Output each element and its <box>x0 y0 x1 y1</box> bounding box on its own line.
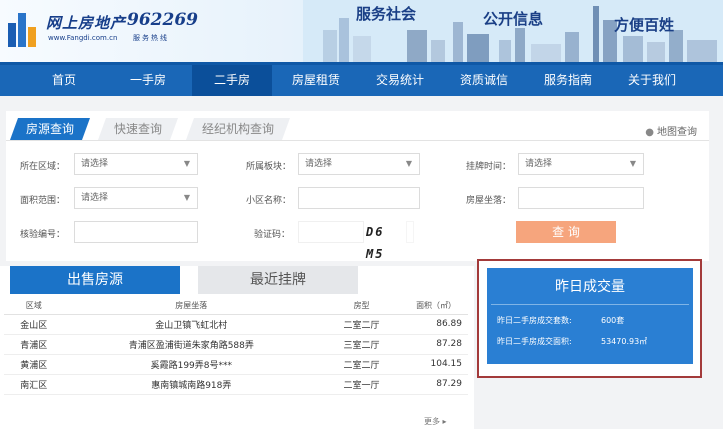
tab-agency-search[interactable]: 经纪机构查询 <box>185 118 291 140</box>
tab-recent-listings[interactable]: 最近挂牌 <box>198 266 358 294</box>
logo-text[interactable]: 网上房地产 <box>46 12 126 33</box>
yesterday-volume-panel: 昨日成交量 昨日二手房成交套数: 600套 昨日二手房成交面积: 53470.9… <box>477 259 702 378</box>
tab-listing-search[interactable]: 房源查询 <box>9 118 91 140</box>
verify-no-label: 核验编号： <box>20 230 66 240</box>
hotline-number: 962269 <box>127 10 198 30</box>
nav-item-statistics[interactable]: 交易统计 <box>360 65 440 96</box>
cell-type: 二室二厅 <box>319 314 405 335</box>
plate-select[interactable]: 请选择 ▼ <box>298 153 420 175</box>
listing-table: 区域 房屋坐落 房型 面积（㎡） 金山区 金山卫镇飞虹北村 二室二厅 86.89… <box>4 298 468 395</box>
logo-icon <box>8 13 36 47</box>
listing-panel: 出售房源 最近挂牌 区域 房屋坐落 房型 面积（㎡） 金山区 金山卫镇飞虹北村 … <box>0 266 474 429</box>
chevron-down-icon: ▼ <box>405 159 412 168</box>
area-range-select[interactable]: 请选择 ▼ <box>74 187 198 209</box>
cell-size: 104.15 <box>404 354 468 375</box>
captcha-spacer <box>406 221 414 243</box>
yesterday-volume-card: 昨日成交量 昨日二手房成交套数: 600套 昨日二手房成交面积: 53470.9… <box>487 268 693 364</box>
cell-type: 二室一厅 <box>319 374 405 395</box>
region-label: 所在区域： <box>20 162 66 172</box>
cell-area: 青浦区 <box>4 334 64 355</box>
plate-label: 所属板块： <box>246 162 292 172</box>
cell-type: 三室二厅 <box>319 334 405 355</box>
community-label: 小区名称： <box>246 196 292 206</box>
yesterday-area-row: 昨日二手房成交面积: 53470.93㎡ <box>497 336 693 347</box>
nav-item-resale-homes[interactable]: 二手房 <box>192 65 272 96</box>
map-pin-icon: ● <box>645 127 654 138</box>
cell-type: 二室二厅 <box>319 354 405 375</box>
captcha-label: 验证码： <box>254 230 291 240</box>
hotline-caption: 服务热线 <box>133 34 169 42</box>
community-input[interactable] <box>298 187 420 209</box>
more-link[interactable]: 更多 ▸ <box>424 416 447 427</box>
col-address: 房屋坐落 <box>63 298 319 315</box>
tab-for-sale[interactable]: 出售房源 <box>10 266 180 294</box>
cell-address[interactable]: 奚霞路199弄8号*** <box>63 354 319 375</box>
col-area: 区域 <box>4 298 64 315</box>
nav-item-about-us[interactable]: 关于我们 <box>612 65 692 96</box>
listed-time-select[interactable]: 请选择 ▼ <box>518 153 644 175</box>
chevron-down-icon: ▼ <box>183 193 190 202</box>
search-tabs: 房源查询 快速查询 经纪机构查询 ● 地图查询 <box>6 111 709 141</box>
cell-address[interactable]: 青浦区盈浦街道朱家角路588弄 <box>63 334 319 355</box>
logo-url: www.Fangdi.com.cn <box>48 34 118 42</box>
cell-size: 87.29 <box>404 374 468 395</box>
region-select[interactable]: 请选择 ▼ <box>74 153 198 175</box>
yesterday-area-value: 53470.93㎡ <box>601 337 648 346</box>
main-nav: 首页 一手房 二手房 房屋租赁 交易统计 资质诚信 服务指南 关于我们 <box>0 62 723 96</box>
tab-quick-search[interactable]: 快速查询 <box>97 118 179 140</box>
yesterday-area-label: 昨日二手房成交面积: <box>497 337 572 346</box>
slogan-public-info: 公开信息 <box>483 10 544 28</box>
nav-item-rental[interactable]: 房屋租赁 <box>276 65 356 96</box>
chevron-down-icon: ▼ <box>629 159 636 168</box>
location-label: 房屋坐落： <box>466 196 512 206</box>
cell-area: 南汇区 <box>4 374 64 395</box>
nav-item-service-guide[interactable]: 服务指南 <box>528 65 608 96</box>
listing-tabs: 出售房源 最近挂牌 <box>0 266 474 294</box>
table-header-row: 区域 房屋坐落 房型 面积（㎡） <box>4 298 468 315</box>
divider <box>491 304 689 305</box>
table-row[interactable]: 青浦区 青浦区盈浦街道朱家角路588弄 三室二厅 87.28 <box>4 334 468 355</box>
cell-size: 87.28 <box>404 334 468 355</box>
cell-address[interactable]: 金山卫镇飞虹北村 <box>63 314 319 335</box>
form-row-2: 面积范围： 请选择 ▼ 小区名称： 房屋坐落： <box>6 187 709 211</box>
query-button[interactable]: 查 询 <box>516 221 616 243</box>
cell-area: 金山区 <box>4 314 64 335</box>
map-search-link[interactable]: ● 地图查询 <box>645 123 697 138</box>
table-row[interactable]: 金山区 金山卫镇飞虹北村 二室二厅 86.89 <box>4 314 468 335</box>
chevron-down-icon: ▼ <box>183 159 190 168</box>
yesterday-count-label: 昨日二手房成交套数: <box>497 316 572 325</box>
cell-area: 黄浦区 <box>4 354 64 375</box>
location-input[interactable] <box>518 187 644 209</box>
listed-time-label: 挂牌时间： <box>466 162 512 172</box>
captcha-input[interactable] <box>298 221 364 243</box>
area-range-label: 面积范围： <box>20 196 66 206</box>
search-panel: 房源查询 快速查询 经纪机构查询 ● 地图查询 所在区域： 请选择 ▼ 所属板块：… <box>6 111 709 261</box>
form-row-1: 所在区域： 请选择 ▼ 所属板块： 请选择 ▼ 挂牌时间： 请选择 ▼ <box>6 153 709 177</box>
table-row[interactable]: 黄浦区 奚霞路199弄8号*** 二室二厅 104.15 <box>4 354 468 375</box>
yesterday-volume-title: 昨日成交量 <box>555 279 625 295</box>
slogan-convenience: 方便百姓 <box>614 16 675 34</box>
yesterday-count-row: 昨日二手房成交套数: 600套 <box>497 315 693 326</box>
form-row-3: 核验编号： 验证码： D6 M5 查 询 <box>6 221 709 261</box>
cell-address[interactable]: 惠南镇城南路918弄 <box>63 374 319 395</box>
verify-no-input[interactable] <box>74 221 198 243</box>
nav-item-credit[interactable]: 资质诚信 <box>444 65 524 96</box>
slogan-serve-society: 服务社会 <box>356 5 417 23</box>
col-type: 房型 <box>319 298 405 315</box>
col-size: 面积（㎡） <box>404 298 468 315</box>
table-row[interactable]: 南汇区 惠南镇城南路918弄 二室一厅 87.29 <box>4 374 468 395</box>
cell-size: 86.89 <box>404 314 468 335</box>
nav-item-new-homes[interactable]: 一手房 <box>108 65 188 96</box>
site-banner: 网上房地产 www.Fangdi.com.cn 962269 服务热线 服务社会… <box>0 0 723 62</box>
yesterday-count-value: 600套 <box>601 316 625 325</box>
nav-item-home[interactable]: 首页 <box>24 65 104 96</box>
